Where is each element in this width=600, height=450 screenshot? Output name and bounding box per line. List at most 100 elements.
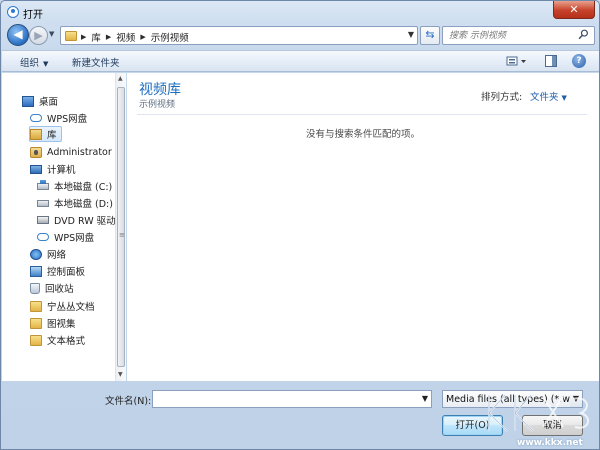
chevron-down-icon[interactable]: ▼ xyxy=(570,391,582,407)
sidebar-item-wps-cloud-2[interactable]: WPS网盘 xyxy=(37,229,94,245)
address-bar[interactable]: ▶ 库 ▶ 视频 ▶ 示例视频 ▼ xyxy=(60,26,418,45)
dialog-footer: 文件名(N): ▼ Media files (all types) (*.wmv… xyxy=(1,382,599,449)
change-view-icon[interactable] xyxy=(505,54,529,69)
user-folder-icon xyxy=(30,146,42,158)
sidebar-item-label: WPS网盘 xyxy=(47,114,88,125)
search-box[interactable] xyxy=(442,26,595,45)
recycle-bin-icon xyxy=(30,282,40,294)
breadcrumb-sample-videos[interactable]: 示例视频 xyxy=(151,30,189,44)
computer-icon xyxy=(30,164,42,174)
chevron-down-icon: ▼ xyxy=(561,94,567,102)
address-dropdown-icon[interactable]: ▼ xyxy=(408,30,414,39)
breadcrumb: ▶ 库 ▶ 视频 ▶ 示例视频 xyxy=(81,30,189,44)
system-disk-icon xyxy=(37,179,49,190)
filetype-value: Media files (all types) (*.wmv xyxy=(446,394,583,405)
arrange-by-value: 文件夹 xyxy=(530,92,559,103)
breadcrumb-library[interactable]: 库 xyxy=(91,30,101,44)
new-folder-button[interactable]: 新建文件夹 xyxy=(72,55,120,69)
sidebar-item-dvd-drive[interactable]: DVD RW 驱动 xyxy=(37,212,116,228)
sidebar-item-label: 桌面 xyxy=(39,97,59,108)
scroll-down-icon[interactable]: ▼ xyxy=(118,371,123,378)
command-bar: 组织 ▼ 新建文件夹 ? xyxy=(2,50,599,72)
back-button[interactable]: ◀ xyxy=(7,24,29,46)
folder-icon xyxy=(30,300,42,312)
sidebar-item-label: 回收站 xyxy=(45,284,74,295)
sidebar-item-label: 网络 xyxy=(47,250,67,261)
filetype-select[interactable]: Media files (all types) (*.wmv ▼ xyxy=(442,390,583,408)
help-icon[interactable]: ? xyxy=(572,54,586,68)
network-icon xyxy=(30,248,42,260)
breadcrumb-arrow-icon[interactable]: ▶ xyxy=(140,33,145,41)
search-icon[interactable] xyxy=(578,29,589,40)
refresh-button[interactable]: ⇆ xyxy=(420,26,440,45)
scrollbar-grip-icon: ≡ xyxy=(119,231,125,239)
sidebar-item-label: 图视集 xyxy=(47,319,76,330)
close-button[interactable]: ✕ xyxy=(553,1,595,19)
sidebar-item-computer[interactable]: 计算机 xyxy=(30,161,76,177)
library-subtitle: 示例视频 xyxy=(139,100,176,110)
cloud-icon xyxy=(30,114,42,122)
sidebar-item-folder-docs[interactable]: 宁丛丛文档 xyxy=(30,298,95,314)
cancel-button[interactable]: 取消 xyxy=(522,415,583,436)
search-input[interactable] xyxy=(449,29,569,43)
navigation-pane: 桌面 WPS网盘 库 Administrator 计算机 本地磁盘 (C:) 本… xyxy=(2,73,126,381)
sidebar-item-label: DVD RW 驱动 xyxy=(54,216,116,227)
sidebar-item-wps-cloud[interactable]: WPS网盘 xyxy=(30,110,87,126)
sidebar-item-library[interactable]: 库 xyxy=(29,126,62,142)
sidebar-item-disk-d[interactable]: 本地磁盘 (D:) xyxy=(37,195,113,211)
folder-icon xyxy=(30,317,42,329)
dvd-drive-icon xyxy=(37,216,49,224)
navigation-scrollbar[interactable]: ▲ ≡ ▼ xyxy=(115,73,126,381)
open-dialog-window: 打开 ✕ ◀ ▶ ▼ ▶ 库 ▶ 视频 ▶ 示例视频 ▼ ⇆ 搜索 示例视频 组… xyxy=(0,0,600,450)
file-list-area[interactable]: 视频库 示例视频 排列方式: 文件夹 ▼ 没有与搜索条件匹配的项。 xyxy=(127,73,599,381)
scrollbar-thumb[interactable] xyxy=(117,87,125,367)
preview-pane-icon[interactable] xyxy=(545,55,557,67)
sidebar-item-control-panel[interactable]: 控制面板 xyxy=(30,263,85,279)
sidebar-item-administrator[interactable]: Administrator xyxy=(30,144,112,160)
open-button[interactable]: 打开(O) xyxy=(442,415,503,436)
sidebar-item-label: Administrator xyxy=(47,146,112,158)
sidebar-item-folder-pictures[interactable]: 图视集 xyxy=(30,315,76,331)
library-icon xyxy=(30,128,42,140)
breadcrumb-arrow-icon[interactable]: ▶ xyxy=(106,33,111,41)
sidebar-item-desktop[interactable]: 桌面 xyxy=(22,93,58,109)
sidebar-item-recycle-bin[interactable]: 回收站 xyxy=(30,280,74,296)
sidebar-item-network[interactable]: 网络 xyxy=(30,246,66,262)
sidebar-item-label: 宁丛丛文档 xyxy=(47,302,95,313)
folder-icon xyxy=(65,31,77,41)
filename-label: 文件名(N): xyxy=(105,396,152,407)
desktop-icon xyxy=(22,95,34,107)
forward-button[interactable]: ▶ xyxy=(29,26,48,45)
sidebar-item-label: 计算机 xyxy=(47,165,76,176)
app-icon xyxy=(7,6,19,18)
cloud-icon xyxy=(37,233,49,241)
scroll-up-icon[interactable]: ▲ xyxy=(118,75,123,82)
sidebar-item-disk-c[interactable]: 本地磁盘 (C:) xyxy=(37,178,112,194)
address-row: ◀ ▶ ▼ ▶ 库 ▶ 视频 ▶ 示例视频 ▼ ⇆ xyxy=(1,24,599,48)
folder-icon xyxy=(30,334,42,346)
filename-combobox[interactable]: ▼ xyxy=(152,390,432,408)
disk-icon xyxy=(37,199,49,207)
breadcrumb-videos[interactable]: 视频 xyxy=(116,30,135,44)
breadcrumb-arrow-icon[interactable]: ▶ xyxy=(81,33,86,41)
divider xyxy=(137,114,587,115)
control-panel-icon xyxy=(30,265,42,277)
recent-pages-dropdown-icon[interactable]: ▼ xyxy=(49,30,54,38)
chevron-down-icon[interactable]: ▼ xyxy=(422,394,428,403)
sidebar-item-label: 控制面板 xyxy=(47,267,86,278)
sidebar-item-label: 库 xyxy=(47,130,57,141)
organize-button[interactable]: 组织 ▼ xyxy=(20,55,48,69)
arrange-by-dropdown[interactable]: 文件夹 ▼ xyxy=(530,89,567,103)
organize-label: 组织 xyxy=(20,58,40,69)
chevron-down-icon: ▼ xyxy=(43,60,49,68)
filename-input[interactable] xyxy=(156,393,411,406)
sidebar-item-label: 本地磁盘 (C:) xyxy=(54,182,113,193)
sidebar-item-label: 文本格式 xyxy=(47,336,86,347)
library-title: 视频库 xyxy=(139,82,181,98)
watermark-url: www.kkx.net xyxy=(517,438,583,448)
empty-results-message: 没有与搜索条件匹配的项。 xyxy=(305,129,420,140)
arrange-by-label: 排列方式: xyxy=(481,92,523,103)
sidebar-item-folder-text[interactable]: 文本格式 xyxy=(30,332,85,348)
sidebar-item-label: WPS网盘 xyxy=(54,233,95,244)
sidebar-item-label: 本地磁盘 (D:) xyxy=(54,199,113,210)
